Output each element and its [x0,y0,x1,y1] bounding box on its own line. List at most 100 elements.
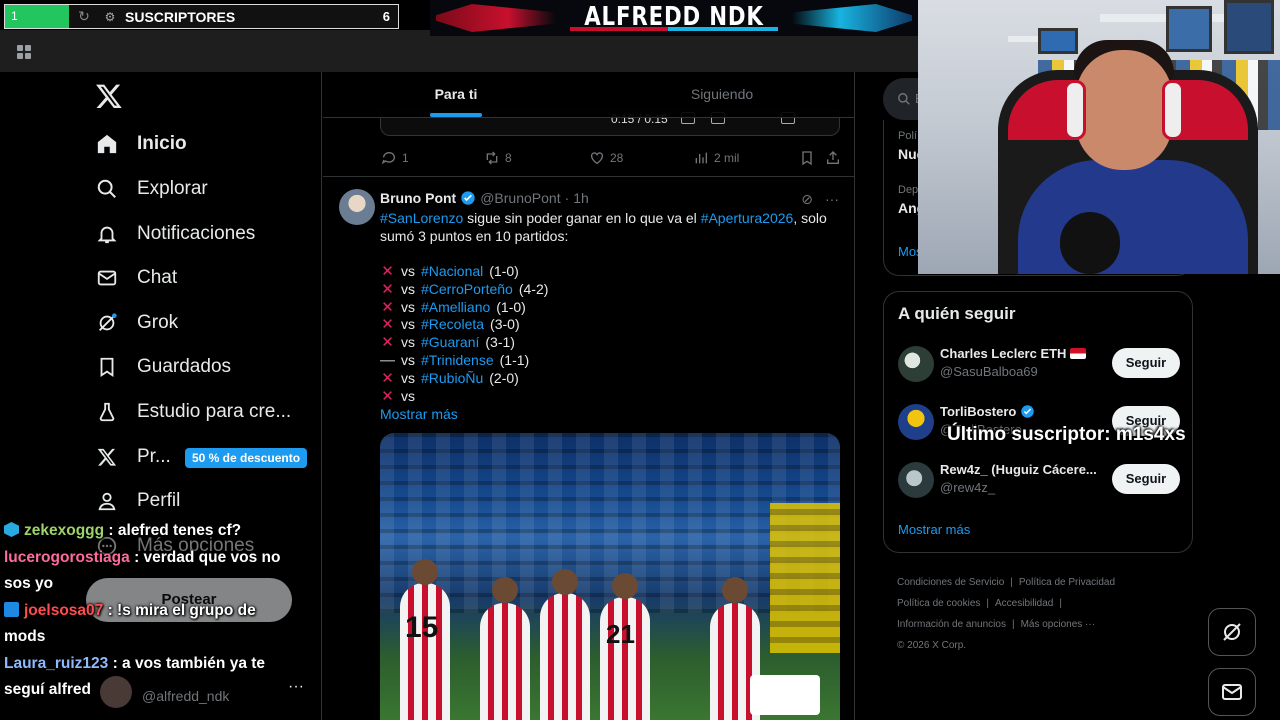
wall-frame [1166,6,1212,52]
more-icon[interactable]: ··· [825,191,839,208]
tab-para-ti[interactable]: Para ti [323,72,589,117]
hashtag-link[interactable]: #RubioÑu [421,370,483,388]
score-text: (1-0) [489,263,519,279]
tab-siguiendo[interactable]: Siguiendo [589,72,854,117]
nav-label: Grok [137,312,179,333]
like-button[interactable]: 28 [589,150,623,166]
nav-item-guardados[interactable]: Guardados [95,352,231,382]
verified-badge-icon [461,191,475,205]
hashtag-link[interactable]: #SanLorenzo [380,210,463,226]
suggestion-name[interactable]: Charles Leclerc ETH [940,346,1087,361]
share-button[interactable] [825,150,841,166]
footer-link-more[interactable]: Más opciones ··· [1021,619,1095,630]
nav-item-premium[interactable]: Pr... [95,442,171,472]
score-text: (4-2) [518,280,549,297]
heart-icon [591,152,603,165]
flag-icon [1070,348,1087,359]
browser-toolbar [0,30,918,72]
footer-link-accessibility[interactable]: Accesibilidad [995,598,1053,609]
chat-message: joelsosa07 : !s mira el grupo de mods [4,598,296,651]
views-button[interactable]: 2 mil [693,150,739,166]
post-divider [323,176,854,177]
author-handle[interactable]: @BrunoPont [480,190,560,206]
loss-mark-icon: ✕ [381,369,394,387]
x-logo-icon[interactable] [95,82,123,110]
avatar[interactable] [339,189,375,225]
hashtag-link[interactable]: #Apertura2026 [701,210,794,226]
grok-floating-button[interactable] [1208,608,1256,656]
nav-item-perfil[interactable]: Perfil [95,486,180,516]
grok-icon[interactable]: ⊘ [801,191,813,208]
footer-link-cookies[interactable]: Política de cookies [897,598,980,609]
post-text: #SanLorenzo sigue sin poder ganar en lo … [380,209,830,245]
post-text-segment: sigue sin poder ganar en lo que va el [463,210,701,226]
nav-item-notificaciones[interactable]: Notificaciones [95,219,255,249]
nav-item-grok[interactable]: Grok [95,308,178,338]
hashtag-link[interactable]: #Trinidense [421,352,494,370]
post-header-actions: ⊘ ··· [801,191,839,208]
hashtag-link[interactable]: #Guaraní [421,334,479,352]
suggestion-name-text: Charles Leclerc ETH [940,346,1067,361]
bookmark-icon [95,355,119,379]
apps-grid-icon[interactable] [17,45,31,59]
post-time[interactable]: 1h [573,190,589,206]
chat-username: Laura_ruiz123 [4,654,109,672]
result-line: — vs #Trinidense (1-1) [380,352,548,370]
reply-count: 1 [402,151,409,165]
nav-label: Notificaciones [137,223,256,244]
loss-mark-icon: ✕ [381,280,394,298]
suggestion-name[interactable]: TorliBostero [940,404,1035,419]
post-photo[interactable]: 15 21 [380,433,840,720]
nav-item-estudio[interactable]: Estudio para cre... [95,397,291,427]
footer-link-terms[interactable]: Condiciones de Servicio [897,577,1004,588]
reply-button[interactable]: 1 [381,150,409,166]
avatar[interactable] [898,462,934,498]
chat-username: joelsosa07 [24,601,104,619]
chat-message: zekexoggg : alefred tenes cf? [4,518,296,545]
hashtag-link[interactable]: #Nacional [421,263,483,281]
verified-badge-icon [1021,405,1035,418]
trend-category: Dep [898,184,919,196]
who-to-follow-title: A quién seguir [898,304,1016,323]
nav-item-explorar[interactable]: Explorar [95,174,208,204]
nav-label: Explorar [137,178,208,199]
follow-button[interactable]: Seguir [1112,348,1180,378]
result-line: ✕ vs #RubioÑu (2-0) [380,370,548,388]
hashtag-link[interactable]: #Recoleta [421,316,484,334]
show-more-link[interactable]: Mostrar más [380,406,458,422]
nav-item-inicio[interactable]: Inicio [95,129,187,159]
wall-frame [1224,0,1274,54]
messages-floating-button[interactable] [1208,668,1256,716]
wall-frame [1038,28,1078,54]
follow-button[interactable]: Seguir [1112,464,1180,494]
stream-chat: zekexoggg : alefred tenes cf? lucerogoro… [4,518,296,704]
views-icon [695,152,707,164]
footer-link-privacy[interactable]: Política de Privacidad [1019,577,1115,588]
follow-suggestion[interactable]: Charles Leclerc ETH @SasuBalboa69 Seguir [898,344,1180,384]
who-to-follow-show-more[interactable]: Mostrar más [898,522,970,537]
avatar[interactable] [898,404,934,440]
author-name[interactable]: Bruno Pont [380,190,456,206]
vs-text: vs [401,263,415,279]
views-count: 2 mil [714,151,740,165]
bookmark-button[interactable] [799,150,815,166]
chat-username: lucerogorostiaga [4,548,130,566]
streamer-face [1076,50,1172,170]
footer-link-ads[interactable]: Información de anuncios [897,619,1006,630]
mail-icon [95,266,119,290]
vs-text: vs [401,369,415,386]
hashtag-link[interactable]: #Amelliano [421,299,490,317]
repost-button[interactable]: 8 [484,150,512,166]
vs-text: vs [401,280,415,297]
suggestion-name[interactable]: Rew4z_ (Huguiz Cácere... [940,462,1097,477]
loss-mark-icon: ✕ [381,334,394,352]
x-icon [95,445,119,469]
avatar[interactable] [898,346,934,382]
vs-text: vs [401,387,415,404]
follow-suggestion[interactable]: Rew4z_ (Huguiz Cácere... @rew4z_ Seguir [898,460,1180,500]
separator-dot: · [564,190,570,206]
discount-badge[interactable]: 50 % de descuento [185,448,308,468]
score-text: (2-0) [489,369,519,386]
nav-item-chat[interactable]: Chat [95,263,177,293]
hashtag-link[interactable]: #CerroPorteño [421,281,513,299]
